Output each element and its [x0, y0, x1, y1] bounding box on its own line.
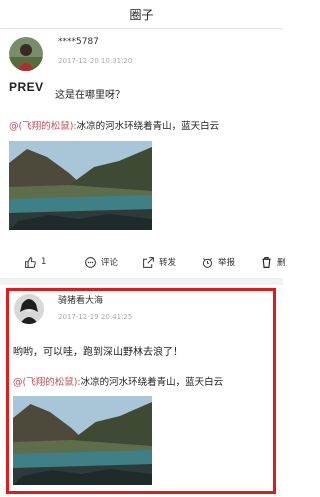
- post-username[interactable]: ****5787: [58, 37, 99, 47]
- avatar[interactable]: [9, 37, 43, 71]
- quote-mention[interactable]: @(飞翔的松鼠):: [9, 121, 77, 132]
- like-count: 1: [41, 257, 47, 267]
- comment-button[interactable]: 评论: [84, 247, 118, 277]
- thumbs-up-icon: [25, 256, 36, 268]
- share-button[interactable]: 转发: [142, 247, 176, 277]
- like-button[interactable]: 1: [24, 247, 46, 277]
- post-content: 这是在哪里呀？: [55, 90, 125, 101]
- share-icon: [143, 256, 154, 268]
- trash-icon: [262, 256, 271, 268]
- report-label: 举报: [218, 258, 236, 268]
- highlight-frame: [6, 288, 276, 494]
- action-bar: 1 评论 转发 举报 删: [0, 247, 286, 277]
- post-quote[interactable]: @(飞翔的松鼠):冰凉的河水环绕着青山，蓝天白云: [9, 118, 219, 132]
- delete-label: 删: [277, 258, 286, 268]
- prev-label: PREV: [9, 80, 44, 94]
- comment-label: 评论: [101, 258, 119, 268]
- alarm-icon: [202, 257, 213, 268]
- post-photo[interactable]: [9, 141, 152, 230]
- share-label: 转发: [159, 258, 177, 268]
- top-bar: 圈子: [0, 0, 283, 28]
- quote-text: 冰凉的河水环绕着青山，蓝天白云: [76, 121, 220, 132]
- delete-button[interactable]: 删: [260, 247, 286, 277]
- comment-icon: [85, 256, 96, 268]
- post-timestamp: 2017-12-20 10:31:20: [58, 57, 133, 65]
- report-button[interactable]: 举报: [201, 247, 235, 277]
- section-divider: [0, 278, 283, 285]
- page-title: 圈子: [129, 8, 154, 22]
- header-divider: [0, 28, 283, 29]
